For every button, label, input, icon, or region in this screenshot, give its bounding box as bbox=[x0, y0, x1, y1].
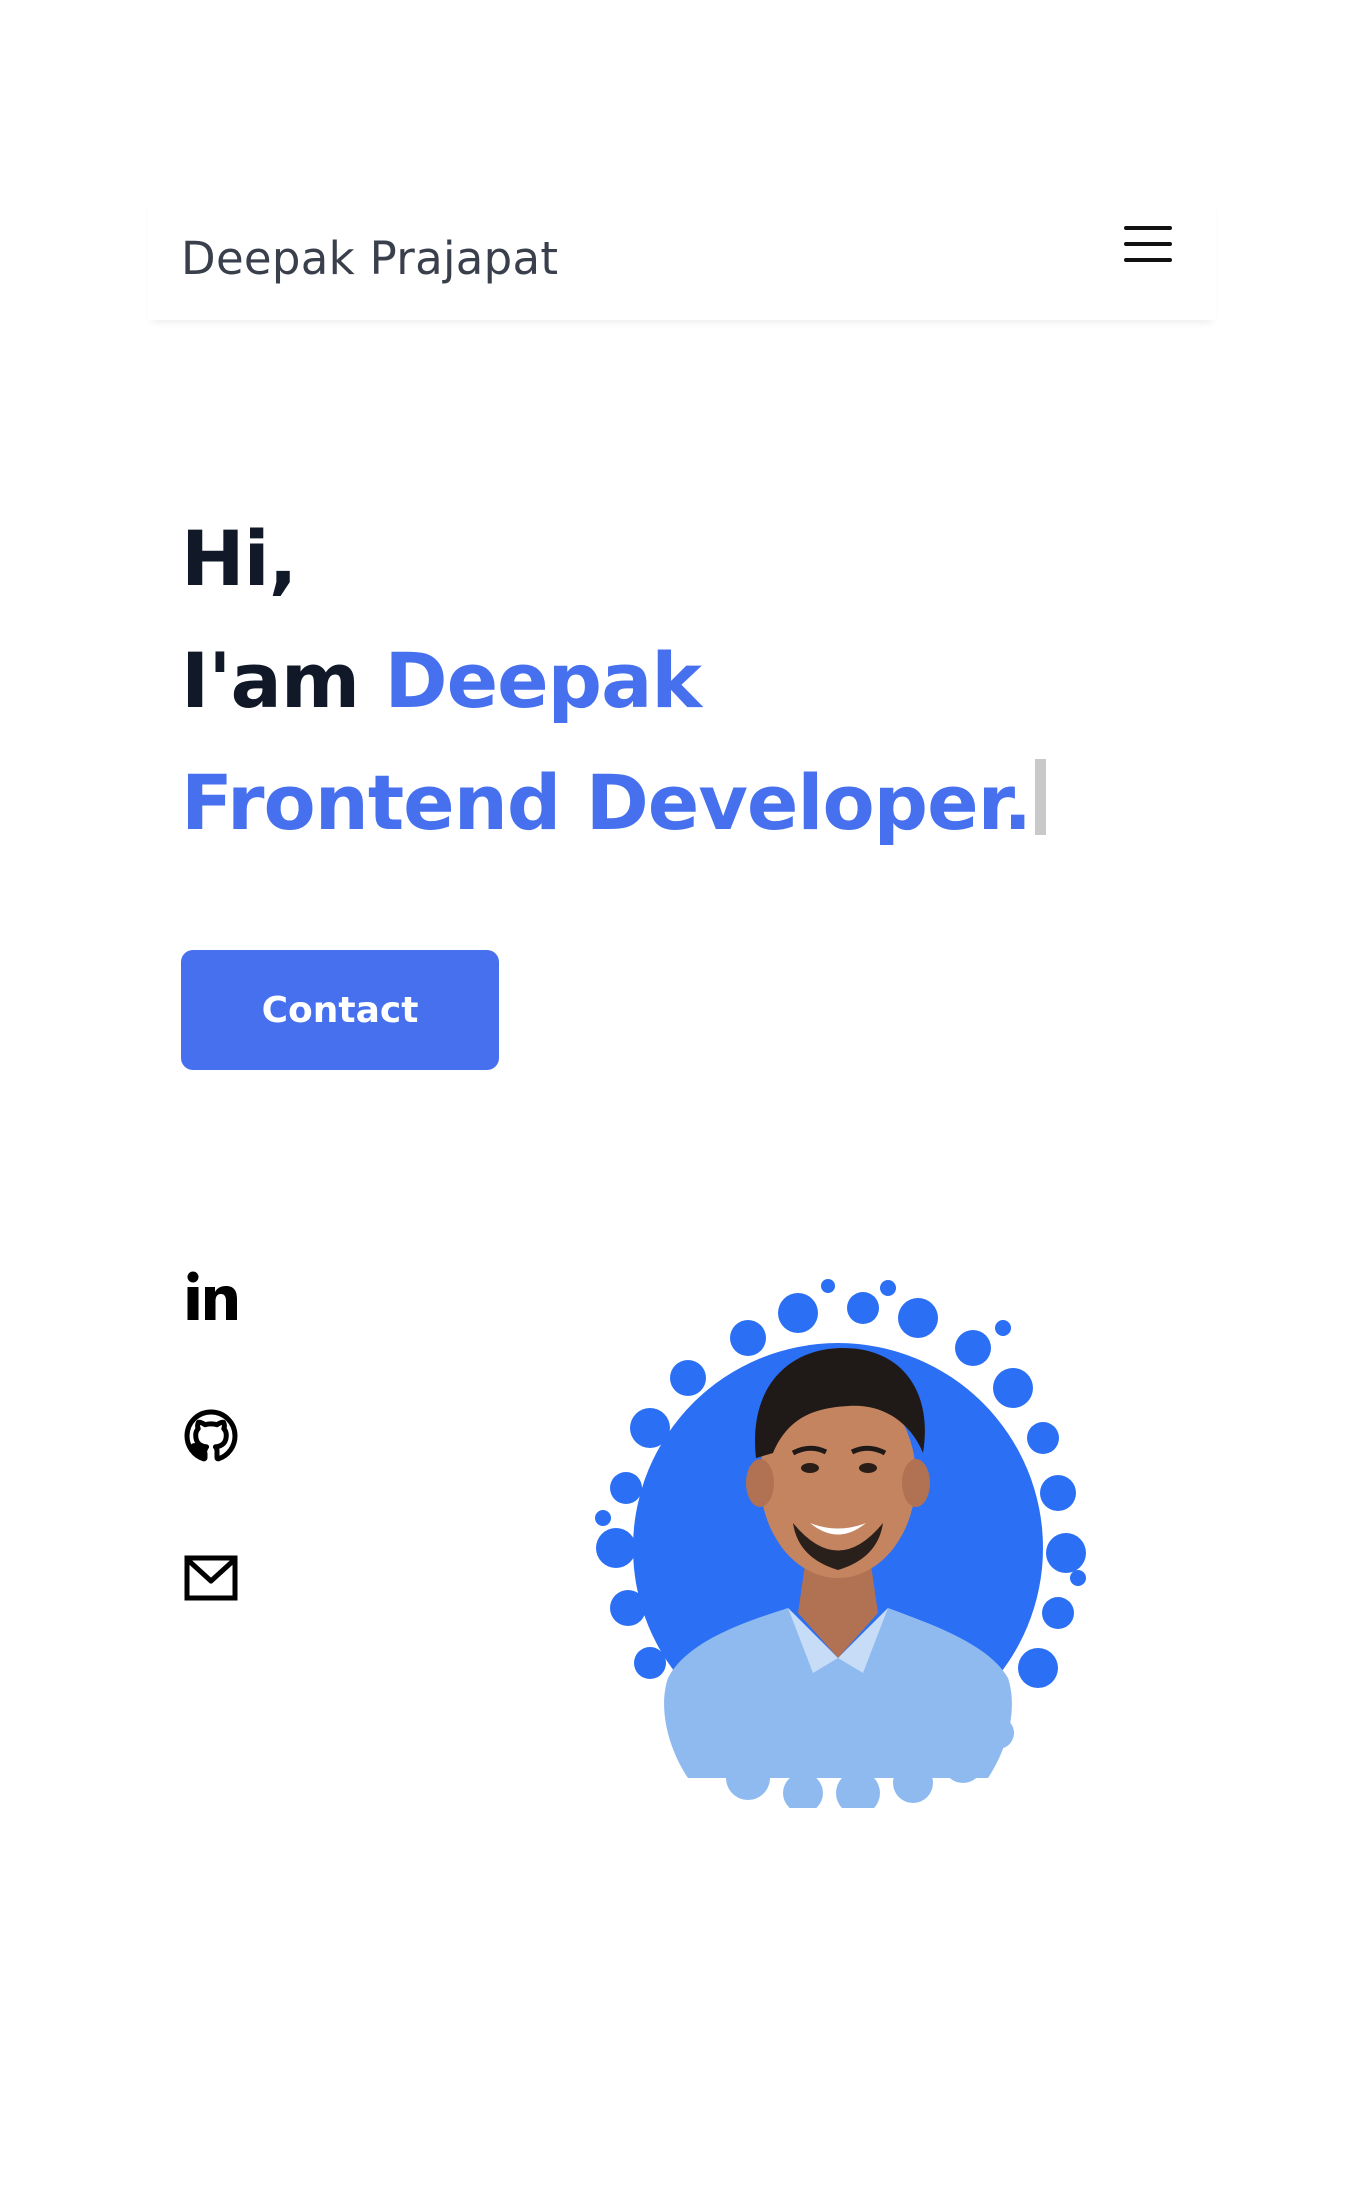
linkedin-icon[interactable] bbox=[183, 1268, 239, 1324]
github-icon[interactable] bbox=[183, 1408, 239, 1464]
hamburger-menu-icon[interactable] bbox=[1122, 220, 1174, 268]
site-logo[interactable]: Deepak Prajapat bbox=[181, 232, 558, 285]
hero-heading: Hi, I'am Deepak Frontend Developer. bbox=[181, 498, 1047, 864]
intro-prefix: I'am bbox=[181, 636, 360, 725]
role-line: Frontend Developer. bbox=[181, 742, 1047, 864]
typing-cursor bbox=[1035, 759, 1047, 835]
greeting-line: Hi, bbox=[181, 514, 298, 603]
mail-icon[interactable] bbox=[183, 1550, 239, 1606]
page-frame: Deepak Prajapat Hi, I'am Deepak Frontend… bbox=[148, 198, 1216, 1938]
profile-avatar bbox=[588, 1278, 1088, 1815]
contact-button[interactable]: Contact bbox=[181, 950, 499, 1070]
intro-line: I'am Deepak bbox=[181, 620, 1046, 742]
navbar: Deepak Prajapat bbox=[148, 198, 1216, 320]
hero-role: Frontend Developer. bbox=[181, 758, 1032, 847]
hero-name: Deepak bbox=[384, 636, 702, 725]
